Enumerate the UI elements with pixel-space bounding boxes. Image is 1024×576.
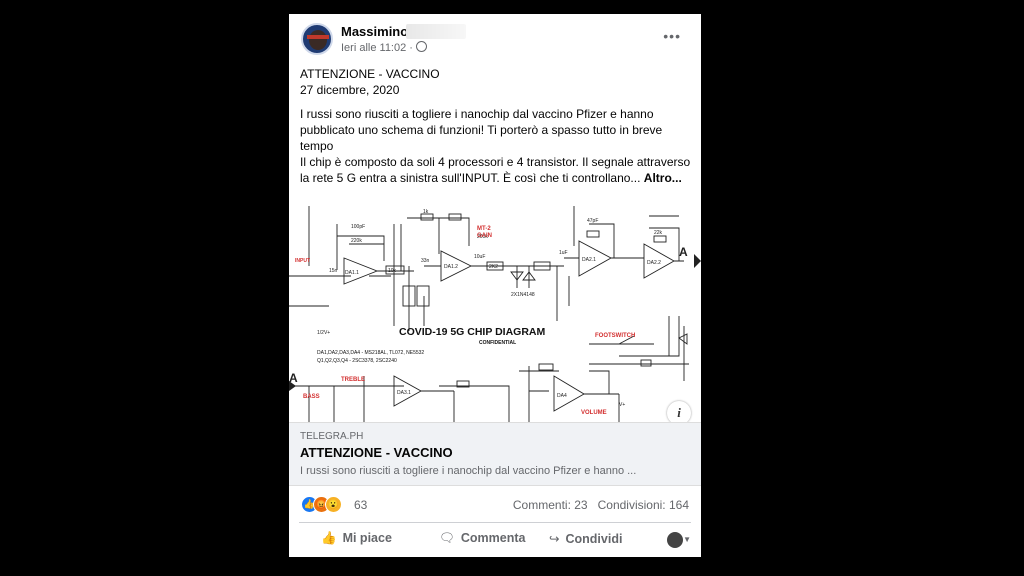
parts-list-1: DA1,DA2,DA3,DA4 - MS218AL, TL072, NE5532 <box>317 350 424 356</box>
post-image[interactable]: INPUT DA1.1 DA1.2 DA2.1 DA2.2 DA3.1 DA4 … <box>289 206 701 422</box>
comments-count[interactable]: Commenti: 23 <box>513 498 588 512</box>
post-title-line: ATTENZIONE - VACCINO <box>300 67 440 81</box>
da21-label: DA2.1 <box>582 257 596 263</box>
gain-label-1: MT-2 <box>477 226 491 232</box>
comment-button[interactable]: 🗨 Commenta <box>439 531 525 546</box>
treble-label: TREBLE <box>341 377 365 383</box>
node-a-label-top: A <box>679 245 688 259</box>
da4-label: DA4 <box>557 393 567 399</box>
comment-label: Commenta <box>460 531 526 545</box>
share-label: Condividi <box>565 532 623 546</box>
action-bar: 👍 Mi piace 🗨 Commenta ↪ Condividi ▼ <box>299 522 691 557</box>
post-timestamp[interactable]: Ieri alle 11:02 · <box>341 41 427 54</box>
reaction-profile-avatar[interactable] <box>667 532 683 548</box>
post-body: ATTENZIONE - VACCINO 27 dicembre, 2020 I… <box>300 66 692 186</box>
thumbs-up-icon: 👍 <box>321 531 337 545</box>
cap-15n-label: 15n <box>329 268 338 274</box>
da31-label: DA3.1 <box>397 390 411 396</box>
vplus-label: V+ <box>619 402 625 408</box>
share-button[interactable]: ↪ Condividi <box>549 531 622 546</box>
input-label: INPUT <box>295 258 310 264</box>
see-more-link[interactable]: Altro... <box>644 171 682 185</box>
link-domain: TELEGRA.PH <box>300 431 364 442</box>
node-a-label-bottom: A <box>289 371 298 385</box>
post-stats: 👍😡😮 63 Commenti: 23 Condivisioni: 164 <box>289 492 701 516</box>
link-description: I russi sono riusciti a togliere i nanoc… <box>300 465 637 477</box>
da12-label: DA1.2 <box>444 264 458 270</box>
res-10k-label: 10k <box>388 268 397 274</box>
paragraph-2-text: Il chip è composto da soli 4 processori … <box>300 155 691 185</box>
post-date-line: 27 dicembre, 2020 <box>300 83 400 97</box>
wow-reaction-icon: 😮 <box>325 496 342 513</box>
volume-label: VOLUME <box>581 410 607 416</box>
like-button[interactable]: 👍 Mi piace <box>321 531 392 546</box>
parts-list-2: Q1,Q2,Q3,Q4 - 2SC3378, 2SC2240 <box>317 358 397 364</box>
link-preview[interactable]: TELEGRA.PH ATTENZIONE - VACCINO I russi … <box>289 422 701 486</box>
gain-label-2: GAIN <box>477 233 492 239</box>
cap-100p-label: 100pF <box>351 224 365 230</box>
reactions-icons[interactable]: 👍😡😮 <box>301 496 342 513</box>
circuit-diagram: INPUT DA1.1 DA1.2 DA2.1 DA2.2 DA3.1 DA4 … <box>289 206 701 422</box>
diodes-label: 2X1N4148 <box>511 292 535 298</box>
link-title: ATTENZIONE - VACCINO <box>300 445 453 460</box>
da22-label: DA2.2 <box>647 260 661 266</box>
post-paragraph-1: I russi sono riusciti a togliere i nanoc… <box>300 107 663 153</box>
res-1k-label: 1k <box>423 209 429 215</box>
share-icon: ↪ <box>549 532 560 546</box>
cap-1uf-label: 1uF <box>559 250 568 256</box>
bass-label: BASS <box>303 394 320 400</box>
chevron-down-icon[interactable]: ▼ <box>683 535 691 544</box>
da11-label: DA1.1 <box>345 270 359 276</box>
avatar-band <box>307 35 329 39</box>
res-2k2-label: 2K2 <box>489 264 498 270</box>
post-paragraph-2: Il chip è composto da soli 4 processori … <box>300 154 692 186</box>
shares-count[interactable]: Condivisioni: 164 <box>598 498 689 512</box>
diagram-subtitle: CONFIDENTIAL <box>479 340 516 346</box>
like-label: Mi piace <box>342 531 392 545</box>
author-avatar[interactable] <box>301 23 333 55</box>
more-options-button[interactable]: ••• <box>663 28 681 44</box>
comment-icon: 🗨 <box>439 531 455 545</box>
post-time-text: Ieri alle 11:02 · <box>341 42 413 54</box>
engagement-counts: Commenti: 23 Condivisioni: 164 <box>513 498 689 512</box>
res-22k-label: 22k <box>654 230 663 236</box>
footswitch-label: FOOTSWITCH <box>595 333 635 339</box>
cap-33n-label: 33n <box>421 258 430 264</box>
name-blur <box>406 24 466 39</box>
reactions-count[interactable]: 63 <box>354 498 367 512</box>
half-v-label: 1/2V+ <box>317 330 330 336</box>
res-220k-label: 220k <box>351 238 362 244</box>
cap-47pf-label: 47pF <box>587 218 598 224</box>
globe-icon <box>415 41 427 52</box>
post-card: Massimino P Ieri alle 11:02 · ••• ATTENZ… <box>289 14 701 557</box>
avatar-face <box>309 30 327 50</box>
cap-10uf-label: 10uF <box>474 254 485 260</box>
diagram-title: COVID-19 5G CHIP DIAGRAM <box>399 326 545 338</box>
info-icon[interactable]: i <box>667 401 691 422</box>
